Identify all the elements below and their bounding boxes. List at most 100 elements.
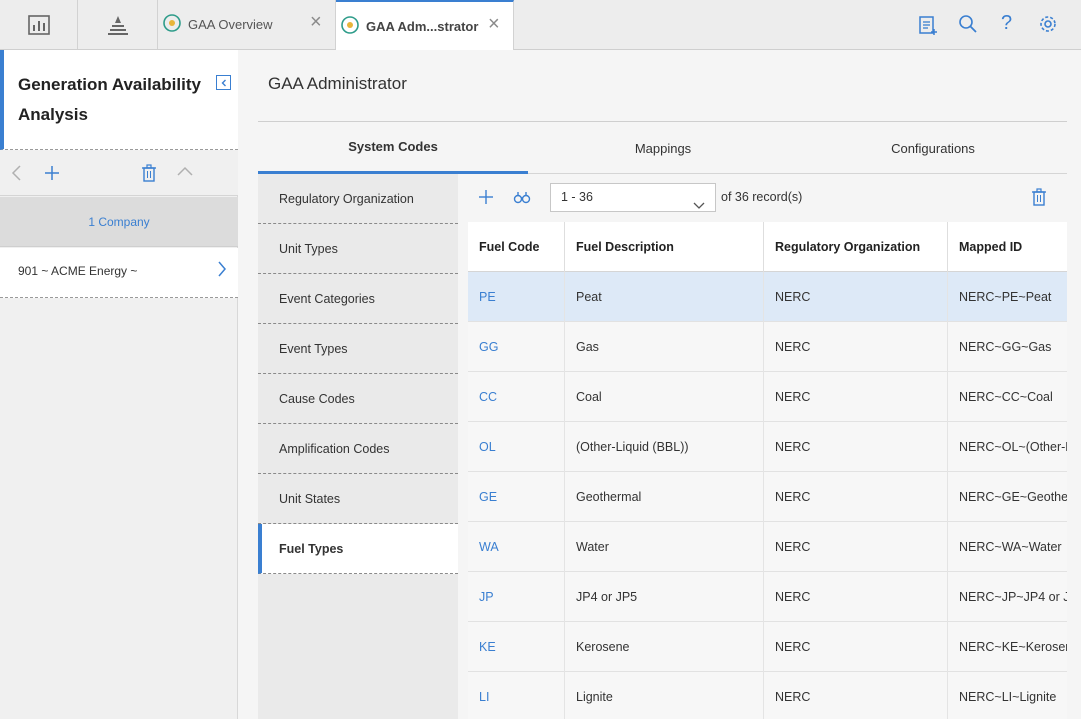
fuel-types-grid: 1 - 36 of 36 record(s) Fuel Code Fuel De…	[458, 174, 1067, 719]
column-header-fuel-code[interactable]: Fuel Code	[468, 222, 565, 272]
toolbar-right: ?	[900, 0, 1081, 49]
panel-title: Generation Availability Analysis	[18, 75, 201, 124]
table-row[interactable]: GG Gas NERC NERC~GG~Gas	[468, 322, 1067, 372]
tab-label: GAA Adm...strator	[366, 18, 479, 34]
table-row[interactable]: CC Coal NERC NERC~CC~Coal	[468, 372, 1067, 422]
mapped-id-cell: NERC~OL~(Other-Li	[959, 440, 1067, 454]
regulatory-organization-cell: NERC	[764, 572, 948, 622]
mapped-id-cell: NERC~CC~Coal	[959, 390, 1053, 404]
help-icon[interactable]: ?	[1001, 12, 1012, 35]
add-note-icon[interactable]	[918, 14, 938, 39]
table-row[interactable]: GE Geothermal NERC NERC~GE~Geotherm	[468, 472, 1067, 522]
mapped-id-cell: NERC~KE~Kerosene	[959, 640, 1067, 654]
grid-toolbar: 1 - 36 of 36 record(s)	[458, 174, 1067, 222]
add-icon[interactable]	[477, 188, 495, 209]
settings-icon[interactable]	[1038, 14, 1058, 37]
dashboard-button[interactable]	[0, 0, 78, 49]
gaa-logo-icon	[162, 13, 182, 36]
delete-icon[interactable]	[1031, 188, 1047, 209]
mapped-id-cell: NERC~JP~JP4 or JP	[959, 590, 1067, 604]
fuel-code-link[interactable]: KE	[468, 622, 565, 672]
table-row[interactable]: LI Lignite NERC NERC~LI~Lignite	[468, 672, 1067, 719]
regulatory-organization-cell: NERC	[764, 272, 948, 322]
chevron-right-icon[interactable]	[216, 260, 228, 281]
back-icon[interactable]	[10, 164, 24, 185]
table-row[interactable]: OL (Other-Liquid (BBL)) NERC NERC~OL~(Ot…	[468, 422, 1067, 472]
regulatory-organization-cell: NERC	[764, 622, 948, 672]
close-icon[interactable]: ×	[310, 12, 322, 32]
delete-icon[interactable]	[141, 164, 157, 185]
table-row[interactable]: JP JP4 or JP5 NERC NERC~JP~JP4 or JP	[468, 572, 1067, 622]
nav-unit-types[interactable]: Unit Types	[258, 224, 458, 274]
nav-regulatory-organization[interactable]: Regulatory Organization	[258, 174, 458, 224]
collapse-panel-button[interactable]	[216, 75, 231, 90]
fuel-code-link[interactable]: OL	[468, 422, 565, 472]
fuel-code-link[interactable]: JP	[468, 572, 565, 622]
table-header: Fuel Code Fuel Description Regulatory Or…	[468, 222, 1067, 272]
fuel-description-cell: Gas	[565, 322, 764, 372]
record-count: of 36 record(s)	[721, 190, 803, 204]
chevron-left-icon	[221, 79, 226, 86]
mapped-id-cell: NERC~GG~Gas	[959, 340, 1052, 354]
hierarchy-button[interactable]	[78, 0, 158, 49]
left-panel-header: Generation Availability Analysis	[0, 50, 238, 150]
fuel-description-cell: Water	[565, 522, 764, 572]
dashboard-icon	[27, 14, 50, 35]
nav-unit-states[interactable]: Unit States	[258, 474, 458, 524]
add-icon[interactable]	[43, 164, 61, 185]
fuel-code-link[interactable]: CC	[468, 372, 565, 422]
tab-gaa-overview[interactable]: GAA Overview ×	[158, 0, 336, 49]
collapse-up-icon[interactable]	[176, 164, 194, 181]
regulatory-organization-cell: NERC	[764, 372, 948, 422]
fuel-code-link[interactable]: GE	[468, 472, 565, 522]
company-count-header[interactable]: 1 Company	[0, 197, 238, 247]
tab-system-codes[interactable]: System Codes	[258, 122, 528, 174]
column-header-mapped-id[interactable]: Mapped ID	[948, 222, 1067, 272]
table-row[interactable]: PE Peat NERC NERC~PE~Peat	[468, 272, 1067, 322]
fuel-code-link[interactable]: PE	[468, 272, 565, 322]
mapped-id-cell: NERC~LI~Lignite	[959, 690, 1057, 704]
mapped-id-cell: NERC~GE~Geotherm	[959, 490, 1067, 504]
fuel-description-cell: (Other-Liquid (BBL))	[565, 422, 764, 472]
fuel-code-link[interactable]: LI	[468, 672, 565, 719]
main-content: GAA Administrator System Codes Mappings …	[238, 50, 1081, 719]
hierarchy-icon	[107, 15, 128, 35]
search-icon[interactable]	[958, 14, 978, 37]
regulatory-organization-cell: NERC	[764, 322, 948, 372]
nav-cause-codes[interactable]: Cause Codes	[258, 374, 458, 424]
top-bar: GAA Overview × GAA Adm...strator × ?	[0, 0, 1081, 50]
nav-event-types[interactable]: Event Types	[258, 324, 458, 374]
tab-label: GAA Overview	[188, 17, 273, 32]
list-item[interactable]: 901 ~ ACME Energy ~	[0, 248, 238, 298]
regulatory-organization-cell: NERC	[764, 672, 948, 719]
table-row[interactable]: WA Water NERC NERC~WA~Water	[468, 522, 1067, 572]
regulatory-organization-cell: NERC	[764, 422, 948, 472]
nav-event-categories[interactable]: Event Categories	[258, 274, 458, 324]
regulatory-organization-cell: NERC	[764, 522, 948, 572]
fuel-description-cell: Kerosene	[565, 622, 764, 672]
fuel-code-link[interactable]: GG	[468, 322, 565, 372]
left-panel-toolbar	[0, 150, 238, 196]
tab-mappings[interactable]: Mappings	[528, 122, 798, 174]
binoculars-icon[interactable]	[513, 188, 531, 209]
range-value: 1 - 36	[561, 190, 593, 204]
page-title: GAA Administrator	[268, 74, 407, 93]
list-item-label: 901 ~ ACME Energy ~	[18, 264, 138, 278]
tab-configurations[interactable]: Configurations	[798, 122, 1068, 174]
left-panel: Generation Availability Analysis 1 Compa…	[0, 50, 238, 719]
tab-gaa-administrator[interactable]: GAA Adm...strator ×	[336, 0, 514, 50]
column-header-regulatory-organization[interactable]: Regulatory Organization	[764, 222, 948, 272]
data-table: Fuel Code Fuel Description Regulatory Or…	[468, 222, 1067, 719]
fuel-code-link[interactable]: WA	[468, 522, 565, 572]
fuel-description-cell: Lignite	[565, 672, 764, 719]
fuel-description-cell: Peat	[565, 272, 764, 322]
nav-fuel-types[interactable]: Fuel Types	[258, 524, 458, 574]
column-header-fuel-description[interactable]: Fuel Description	[565, 222, 764, 272]
fuel-description-cell: Geothermal	[565, 472, 764, 522]
nav-amplification-codes[interactable]: Amplification Codes	[258, 424, 458, 474]
close-icon[interactable]: ×	[488, 14, 500, 34]
chevron-down-icon	[693, 193, 705, 220]
section-tabs: System Codes Mappings Configurations	[258, 122, 1067, 174]
table-row[interactable]: KE Kerosene NERC NERC~KE~Kerosene	[468, 622, 1067, 672]
record-range-select[interactable]: 1 - 36	[550, 183, 716, 212]
